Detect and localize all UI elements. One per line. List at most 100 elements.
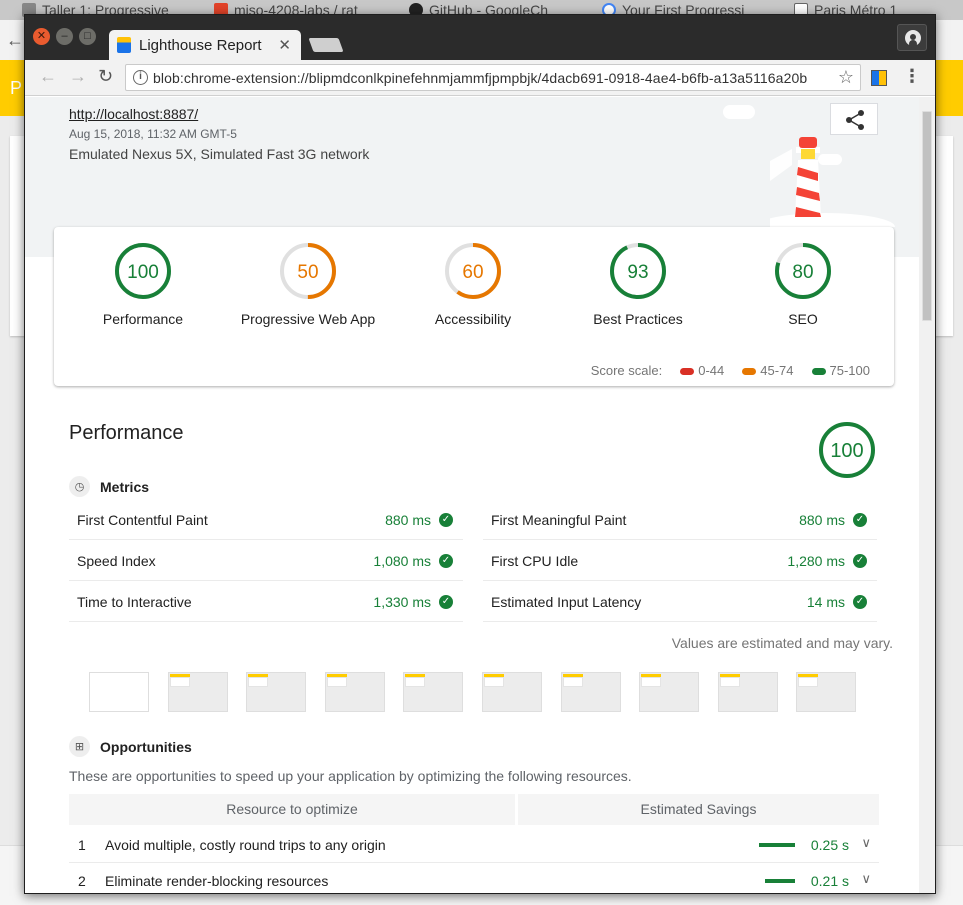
filmstrip-frame [561, 672, 621, 712]
metric-row: Estimated Input Latency 14 ms ✓ [483, 581, 877, 622]
score-gauge[interactable]: 60 Accessibility [393, 241, 553, 327]
gauge-score: 100 [127, 262, 159, 283]
table-header-savings: Estimated Savings [518, 794, 879, 825]
gauge-label: Performance [102, 311, 184, 327]
metrics-heading: ◷ Metrics [69, 476, 149, 497]
report-device: Emulated Nexus 5X, Simulated Fast 3G net… [69, 146, 370, 162]
menu-dots-icon[interactable]: ⋮ [903, 66, 921, 87]
performance-title: Performance [69, 422, 184, 444]
metric-value: 1,080 ms [373, 553, 431, 569]
gauge-score: 80 [792, 262, 813, 283]
bookmark-star-icon[interactable]: ☆ [838, 67, 854, 88]
pass-check-icon: ✓ [853, 595, 867, 609]
pass-check-icon: ✓ [853, 513, 867, 527]
filmstrip-frame [639, 672, 699, 712]
tab-lighthouse-report[interactable]: Lighthouse Report ✕ [109, 30, 301, 60]
info-icon[interactable]: i [133, 70, 148, 85]
score-scale: Score scale: 0-44 45-74 75-100 [591, 363, 870, 378]
metric-value: 1,280 ms [787, 553, 845, 569]
lighthouse-report-window: ✕ – □ Lighthouse Report ✕ ← → ↻ i blob:c… [24, 14, 936, 894]
score-gauge[interactable]: 80 SEO [723, 241, 883, 327]
metric-value: 880 ms [385, 512, 431, 528]
reload-icon[interactable]: ↻ [98, 66, 113, 87]
estimated-note: Values are estimated and may vary. [671, 635, 893, 651]
filmstrip-frame [246, 672, 306, 712]
gauge-ring: 100 [115, 243, 171, 299]
filmstrip-frame [168, 672, 228, 712]
filmstrip-frame [718, 672, 778, 712]
window-minimize-button[interactable]: – [56, 28, 73, 45]
chevron-down-icon[interactable]: ∨ [861, 871, 871, 887]
report-page-url[interactable]: http://localhost:8887/ [69, 106, 198, 122]
share-button[interactable] [830, 103, 878, 135]
metric-name: First Meaningful Paint [491, 512, 627, 528]
opportunity-savings: 0.21 s [810, 873, 849, 889]
window-close-button[interactable]: ✕ [33, 28, 50, 45]
opportunities-description: These are opportunities to speed up your… [69, 768, 632, 784]
scale-range-fail: 0-44 [680, 363, 724, 378]
score-gauge[interactable]: 50 Progressive Web App [228, 241, 388, 327]
tab-title: Lighthouse Report [139, 36, 262, 54]
profile-icon[interactable] [897, 24, 927, 51]
score-gauge[interactable]: 93 Best Practices [558, 241, 718, 327]
address-url[interactable]: blob:chrome-extension://blipmdconlkpinef… [153, 70, 807, 86]
metric-row: Speed Index 1,080 ms ✓ [69, 540, 463, 581]
metric-name: Time to Interactive [77, 594, 192, 610]
opportunity-title: Eliminate render-blocking resources [105, 873, 329, 889]
performance-score: 100 [830, 440, 863, 462]
lighthouse-illustration [770, 137, 895, 227]
opportunity-row[interactable]: 1 Avoid multiple, costly round trips to a… [69, 827, 879, 863]
chevron-down-icon[interactable]: ∨ [861, 835, 871, 851]
opportunity-row[interactable]: 2 Eliminate render-blocking resources 0.21… [69, 863, 879, 893]
scrollbar-thumb[interactable] [922, 111, 932, 321]
opportunity-icon: ⊞ [69, 736, 90, 757]
background-back-icon[interactable]: ← [6, 30, 24, 51]
filmstrip-frame [325, 672, 385, 712]
tab-close-icon[interactable]: ✕ [278, 36, 291, 54]
gauge-score: 60 [462, 262, 483, 283]
gauge-label: Best Practices [593, 311, 683, 327]
metric-row: First Meaningful Paint 880 ms ✓ [483, 499, 877, 540]
table-header-resource: Resource to optimize [69, 794, 515, 825]
savings-bar [759, 843, 795, 847]
metric-name: Speed Index [77, 553, 156, 569]
scale-swatch [811, 368, 826, 376]
address-bar[interactable]: i blob:chrome-extension://blipmdconlkpin… [125, 64, 861, 91]
opportunities-heading-label: Opportunities [100, 738, 192, 755]
gauge-ring: 80 [775, 243, 831, 299]
score-scale-label: Score scale: [590, 363, 663, 378]
gauge-label: SEO [788, 311, 818, 327]
metric-value: 1,330 ms [373, 594, 431, 610]
scores-card: 100 Performance 50 Progressive Web App 60 Acc… [54, 227, 894, 386]
forward-arrow-icon[interactable]: → [69, 66, 87, 87]
metric-row: First Contentful Paint 880 ms ✓ [69, 499, 463, 540]
new-tab-button[interactable] [308, 38, 344, 52]
back-arrow-icon[interactable]: ← [39, 66, 57, 87]
pass-check-icon: ✓ [439, 513, 453, 527]
opportunity-number: 2 [78, 873, 86, 889]
metric-value: 880 ms [799, 512, 845, 528]
metric-value: 14 ms [806, 594, 845, 610]
filmstrip-frame [482, 672, 542, 712]
opportunity-number: 1 [78, 837, 86, 853]
stopwatch-icon: ◷ [69, 476, 90, 497]
filmstrip-frame [796, 672, 856, 712]
pass-check-icon: ✓ [853, 554, 867, 568]
lighthouse-favicon-icon [117, 37, 131, 53]
lighthouse-extension-icon[interactable] [871, 70, 887, 86]
window-maximize-button[interactable]: □ [79, 28, 96, 45]
scale-swatch [680, 368, 695, 376]
metric-row: First CPU Idle 1,280 ms ✓ [483, 540, 877, 581]
cloud-decoration [723, 105, 755, 119]
savings-bar [765, 879, 795, 883]
metric-name: First Contentful Paint [77, 512, 208, 528]
opportunity-savings: 0.25 s [810, 837, 849, 853]
gauge-score: 50 [297, 262, 318, 283]
gauge-ring: 50 [280, 243, 336, 299]
metric-name: First CPU Idle [491, 553, 579, 569]
score-gauge[interactable]: 100 Performance [63, 241, 223, 327]
report-scrollbar[interactable] [919, 97, 935, 893]
scale-range-pass: 75-100 [811, 363, 870, 378]
report-date: Aug 15, 2018, 11:32 AM GMT-5 [69, 127, 237, 141]
gauge-label: Accessibility [434, 311, 512, 327]
